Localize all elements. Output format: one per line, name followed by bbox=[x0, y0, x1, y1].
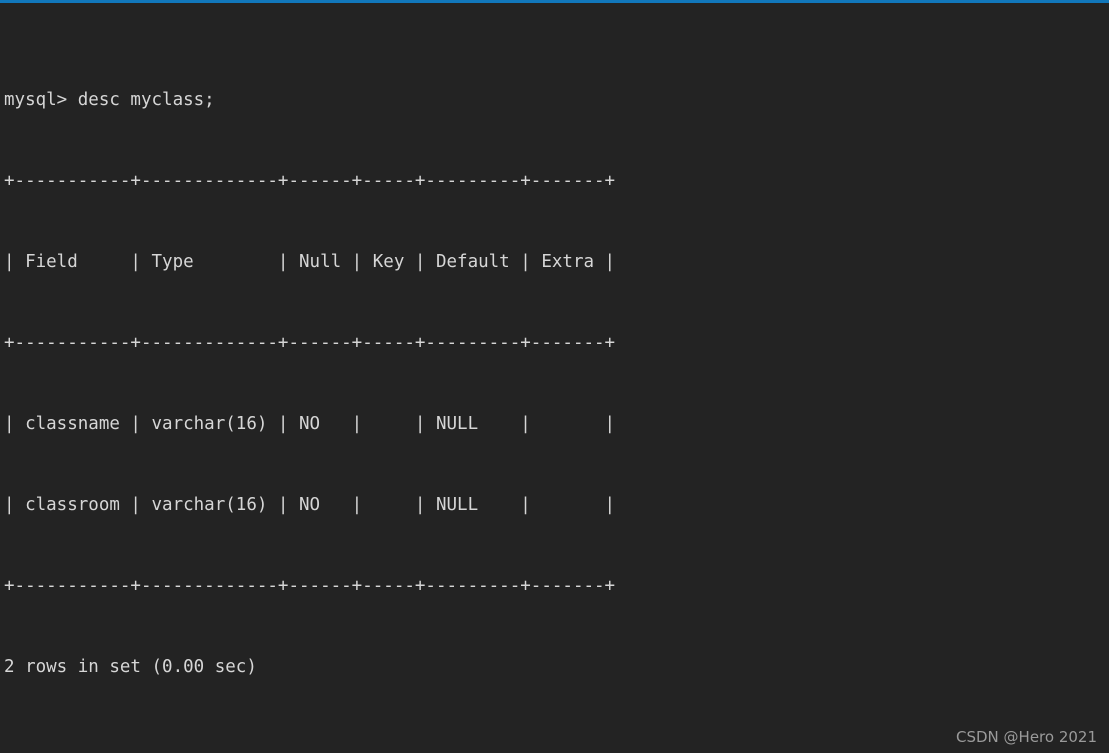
terminal-line-command-desc: mysql> desc myclass; bbox=[4, 90, 215, 110]
terminal-line-table-row-classroom: | classroom | varchar(16) | NO | | NULL … bbox=[4, 495, 616, 515]
terminal-line-table-separator-bottom: +-----------+-------------+------+-----+… bbox=[4, 576, 616, 596]
terminal-line-table-header: | Field | Type | Null | Key | Default | … bbox=[4, 252, 616, 272]
terminal-line-desc-result-status: 2 rows in set (0.00 sec) bbox=[4, 657, 257, 677]
terminal-line-table-separator-top: +-----------+-------------+------+-----+… bbox=[4, 171, 616, 191]
csdn-watermark: CSDN @Hero 2021 bbox=[956, 728, 1097, 746]
terminal-window[interactable]: mysql> desc myclass; +-----------+------… bbox=[0, 0, 1109, 753]
terminal-line-blank-1 bbox=[4, 735, 1109, 753]
terminal-output[interactable]: mysql> desc myclass; +-----------+------… bbox=[0, 3, 1109, 753]
terminal-line-table-separator-mid: +-----------+-------------+------+-----+… bbox=[4, 333, 616, 353]
terminal-line-table-row-classname: | classname | varchar(16) | NO | | NULL … bbox=[4, 414, 616, 434]
